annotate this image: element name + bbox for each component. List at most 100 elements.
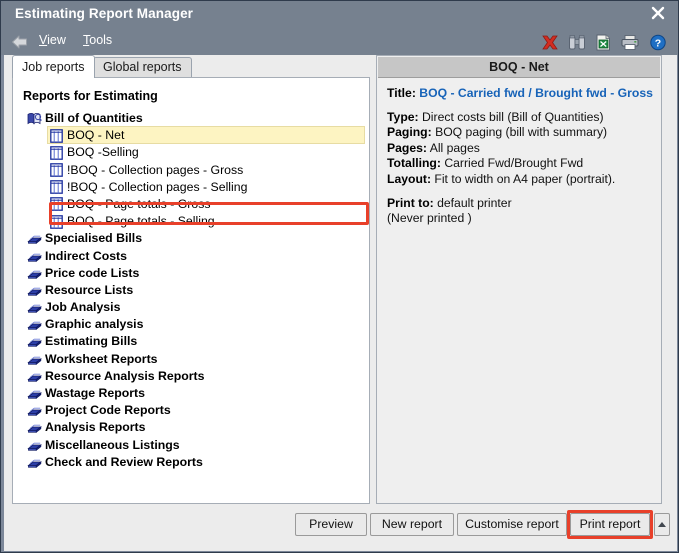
detail-title-label: Title: <box>387 86 416 100</box>
menu-tools-label-rest: ools <box>89 33 113 47</box>
tree-item-label: !BOQ - Collection pages - Selling <box>67 179 248 194</box>
client-area: Job reports Global reports Reports for E… <box>4 55 677 551</box>
detail-paging-line: Paging: BOQ paging (bill with summary) <box>387 125 653 141</box>
customise-report-button[interactable]: Customise report <box>457 513 567 536</box>
excel-export-icon[interactable] <box>593 33 613 52</box>
tree-item-specialised-bills[interactable]: Specialised Bills <box>13 230 369 247</box>
tree-item-label: BOQ - Page totals - Selling <box>67 214 215 229</box>
book-glyph <box>27 390 42 400</box>
tab-strip: Job reports Global reports <box>12 55 370 78</box>
new-report-button[interactable]: New report <box>370 513 454 536</box>
detail-pages-line: Pages: All pages <box>387 141 653 157</box>
detail-type-label: Type: <box>387 109 419 124</box>
window-title: Estimating Report Manager <box>15 6 194 21</box>
printer-glyph <box>621 35 639 50</box>
tree-item-bill-of-quantities[interactable]: Bill of Quantities <box>13 110 369 127</box>
reports-tree[interactable]: Bill of Quantities BOQ - Net BOQ -Selling!… <box>13 110 369 471</box>
preview-button[interactable]: Preview <box>295 513 367 536</box>
detail-layout-label: Layout: <box>387 171 432 186</box>
book-icon <box>27 284 42 297</box>
up-arrow-icon[interactable] <box>654 513 670 536</box>
report-grid-glyph <box>50 180 63 195</box>
book-glyph <box>27 287 42 296</box>
menu-toolbar-strip: View Tools ? <box>1 29 678 55</box>
tree-item-indirect-costs[interactable]: Indirect Costs <box>13 248 369 265</box>
printer-icon[interactable] <box>620 33 640 52</box>
tree-item-graphic-analysis[interactable]: Graphic analysis <box>13 316 369 333</box>
tree-item-miscellaneous-listings[interactable]: Miscellaneous Listings <box>13 437 369 454</box>
detail-title-value[interactable]: BOQ - Carried fwd / Brought fwd - Gross <box>419 86 653 100</box>
tree-item-price-code-lists[interactable]: Price code Lists <box>13 265 369 282</box>
detail-pages-label: Pages: <box>387 140 427 155</box>
help-icon[interactable]: ? <box>648 33 668 52</box>
detail-layout-line: Layout: Fit to width on A4 paper (portra… <box>387 172 653 188</box>
print-report-button[interactable]: Print report <box>570 513 650 536</box>
book-icon <box>27 439 42 452</box>
open-book-icon <box>27 112 42 125</box>
report-grid-icon <box>50 197 63 212</box>
book-glyph <box>27 356 42 365</box>
detail-pages-value: All pages <box>429 140 480 155</box>
find-binoculars-icon[interactable] <box>567 33 587 52</box>
report-grid-icon <box>50 214 63 229</box>
tree-item-resource-analysis-reports[interactable]: Resource Analysis Reports <box>13 368 369 385</box>
tree-item-label: Job Analysis <box>45 300 121 315</box>
tree-item-wastage-reports[interactable]: Wastage Reports <box>13 385 369 402</box>
tree-item-worksheet-reports[interactable]: Worksheet Reports <box>13 351 369 368</box>
book-glyph <box>27 442 42 451</box>
tree-item-job-analysis[interactable]: Job Analysis <box>13 299 369 316</box>
book-icon <box>27 404 42 417</box>
tree-item-boq-net[interactable]: BOQ - Net <box>13 126 369 145</box>
back-arrow-icon[interactable] <box>10 33 30 51</box>
detail-title-line: Title: BOQ - Carried fwd / Brought fwd -… <box>387 86 653 102</box>
menu-item-tools[interactable]: Tools <box>83 33 112 47</box>
title-bar: Estimating Report Manager <box>1 1 678 29</box>
tree-item-boq-selling[interactable]: BOQ -Selling <box>13 144 369 161</box>
tree-item-analysis-reports[interactable]: Analysis Reports <box>13 419 369 436</box>
book-icon <box>27 421 42 434</box>
tree-item-boq-page-totals-gross[interactable]: BOQ - Page totals - Gross <box>13 196 369 213</box>
tree-item-label: BOQ -Selling <box>67 145 139 160</box>
tree-item-boq-collection-pages-selling[interactable]: !BOQ - Collection pages - Selling <box>13 179 369 196</box>
tree-item-resource-lists[interactable]: Resource Lists <box>13 282 369 299</box>
book-icon <box>27 353 42 366</box>
tree-item-label: Graphic analysis <box>45 317 144 332</box>
tree-item-boq-page-totals-selling[interactable]: BOQ - Page totals - Selling <box>13 213 369 230</box>
tree-item-estimating-bills[interactable]: Estimating Bills <box>13 333 369 350</box>
estimating-report-manager-window: Estimating Report Manager View Tools ? J… <box>0 0 679 553</box>
tree-item-label: Specialised Bills <box>45 231 143 246</box>
svg-text:?: ? <box>655 38 661 50</box>
menu-item-view[interactable]: View <box>39 33 66 47</box>
report-grid-glyph <box>50 146 63 160</box>
book-icon <box>27 232 42 245</box>
detail-paging-value: BOQ paging (bill with summary) <box>435 125 608 140</box>
tree-item-label: Bill of Quantities <box>45 111 143 125</box>
book-glyph <box>27 339 42 348</box>
tree-item-project-code-reports[interactable]: Project Code Reports <box>13 402 369 419</box>
excel-glyph <box>596 34 610 51</box>
open-book-glyph <box>27 112 42 125</box>
tab-global-reports[interactable]: Global reports <box>93 57 192 77</box>
book-glyph <box>27 407 42 417</box>
delete-icon[interactable] <box>540 33 560 52</box>
tree-item-label: Indirect Costs <box>45 248 127 263</box>
detail-layout-value: Fit to width on A4 paper (portrait). <box>434 171 616 186</box>
tree-item-label: Price code Lists <box>45 265 140 280</box>
delete-glyph <box>542 35 558 50</box>
close-icon[interactable] <box>646 4 670 26</box>
tree-item-boq-collection-pages-gross[interactable]: !BOQ - Collection pages - Gross <box>13 162 369 179</box>
detail-type-line: Type: Direct costs bill (Bill of Quantit… <box>387 110 653 126</box>
binoculars-glyph <box>569 35 585 50</box>
detail-totalling-label: Totalling: <box>387 156 441 171</box>
tab-job-reports[interactable]: Job reports <box>12 55 95 78</box>
book-glyph <box>27 236 42 245</box>
report-details-panel: BOQ - Net Title: BOQ - Carried fwd / Bro… <box>376 55 662 504</box>
report-grid-icon <box>50 146 63 160</box>
detail-printed-status: (Never printed ) <box>387 211 472 226</box>
tree-item-check-and-review-reports[interactable]: Check and Review Reports <box>13 454 369 471</box>
tree-item-label: Wastage Reports <box>45 386 145 400</box>
help-glyph: ? <box>650 34 666 51</box>
up-arrow-glyph <box>658 522 666 527</box>
tree-item-label: !BOQ - Collection pages - Gross <box>67 162 244 177</box>
back-arrow-glyph <box>12 35 27 49</box>
